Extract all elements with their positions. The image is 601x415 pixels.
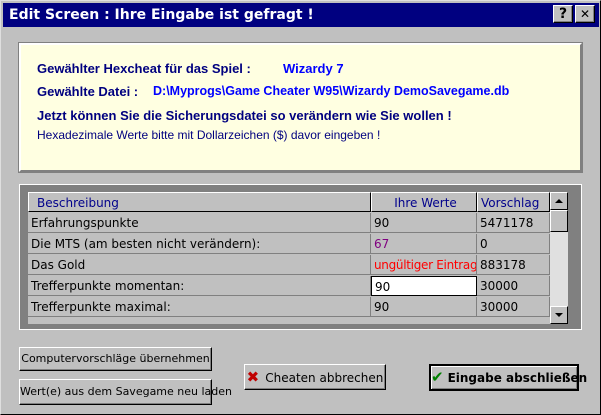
- table-row: Erfahrungspunkte 90 5471178: [28, 213, 550, 233]
- info-line-edit: Jetzt können Sie die Sicherungsdatei so …: [37, 108, 452, 123]
- header-suggestion[interactable]: Vorschlag: [477, 192, 550, 212]
- accept-suggestions-button[interactable]: Computervorschläge übernehmen: [19, 347, 212, 371]
- row-suggestion: 5471178: [477, 213, 550, 233]
- row-suggestion: 30000: [477, 276, 550, 296]
- row-suggestion: 0: [477, 234, 550, 254]
- row-description: Trefferpunkte maximal:: [28, 297, 371, 317]
- grid-scrollbar[interactable]: [550, 192, 568, 324]
- cancel-cheat-label: Cheaten abbrechen: [265, 371, 384, 385]
- finish-input-button[interactable]: ✔ Eingabe abschließen: [429, 364, 587, 391]
- row-description: Das Gold: [28, 255, 371, 275]
- row-description: Erfahrungspunkte: [28, 213, 371, 233]
- finish-input-label: Eingabe abschließen: [447, 371, 588, 385]
- info-line-hex: Hexadezimale Werte bitte mit Dollarzeich…: [37, 128, 381, 142]
- table-row: Trefferpunkte momentan: 90 30000: [28, 276, 550, 296]
- close-button[interactable]: ✕: [575, 5, 595, 23]
- row-description: Trefferpunkte momentan:: [28, 276, 371, 296]
- file-value: D:\Myprogs\Game Cheater W95\Wizardy Demo…: [153, 84, 510, 98]
- title-bar: Edit Screen : Ihre Eingabe ist gefragt !: [3, 3, 599, 27]
- values-grid: Beschreibung Ihre Werte Vorschlag Erfahr…: [28, 192, 550, 324]
- scroll-thumb[interactable]: [550, 210, 568, 232]
- arrow-up-icon: [555, 199, 563, 203]
- row-suggestion: 883178: [477, 255, 550, 275]
- header-description[interactable]: Beschreibung: [28, 192, 371, 212]
- row-value-edit-field[interactable]: 90: [371, 276, 477, 296]
- checkmark-icon: ✔: [431, 368, 444, 386]
- grid-header-row: Beschreibung Ihre Werte Vorschlag: [28, 192, 550, 212]
- help-button[interactable]: ?: [553, 5, 573, 23]
- row-value-cell[interactable]: 90: [371, 213, 477, 233]
- cancel-cheat-button[interactable]: ✖ Cheaten abbrechen: [244, 364, 386, 390]
- row-value-cell[interactable]: 67: [371, 234, 477, 254]
- row-value-cell[interactable]: 90: [371, 297, 477, 317]
- row-description: Die MTS (am besten nicht verändern):: [28, 234, 371, 254]
- arrow-down-icon: [555, 313, 563, 317]
- cross-icon: ✖: [246, 368, 260, 386]
- game-value: Wizardy 7: [283, 61, 344, 76]
- game-label: Gewählter Hexcheat für das Spiel :: [37, 61, 251, 76]
- reload-savegame-button[interactable]: Wert(e) aus dem Savegame neu laden: [19, 379, 232, 405]
- row-suggestion: 30000: [477, 297, 550, 317]
- table-row: Trefferpunkte maximal: 90 30000: [28, 297, 550, 317]
- header-values[interactable]: Ihre Werte: [371, 192, 477, 212]
- file-label: Gewählte Datei :: [37, 84, 139, 99]
- row-value-cell[interactable]: ungültiger Eintrag: [371, 255, 477, 275]
- edit-screen-window: Edit Screen : Ihre Eingabe ist gefragt !…: [0, 0, 601, 415]
- scroll-up-button[interactable]: [550, 192, 568, 210]
- table-row: Die MTS (am besten nicht verändern): 67 …: [28, 234, 550, 254]
- scroll-down-button[interactable]: [550, 306, 568, 324]
- table-row: Das Gold ungültiger Eintrag 883178: [28, 255, 550, 275]
- info-panel: Gewählter Hexcheat für das Spiel : Wizar…: [19, 43, 582, 172]
- window-title: Edit Screen : Ihre Eingabe ist gefragt !: [9, 7, 314, 23]
